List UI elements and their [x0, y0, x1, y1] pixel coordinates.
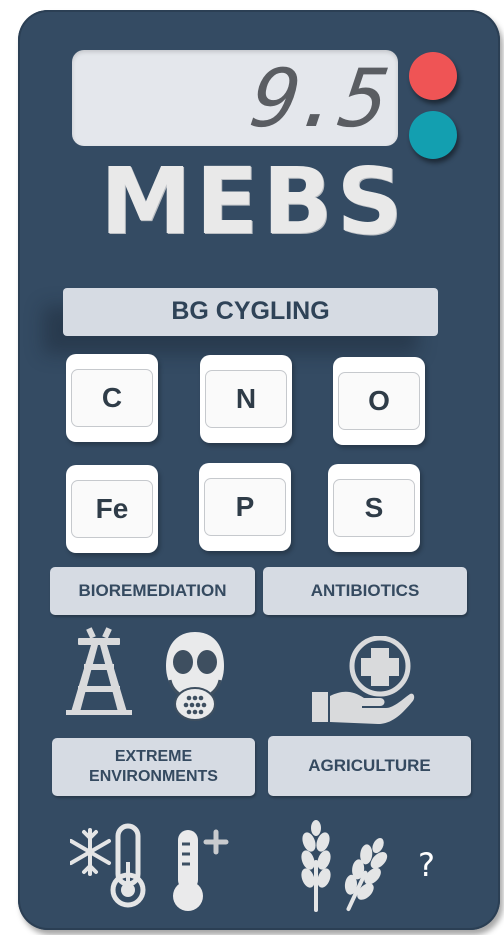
element-key-label: N — [205, 370, 287, 428]
mode-button[interactable]: BG CYGLING — [63, 288, 438, 336]
brand-title: MEBS — [100, 148, 407, 255]
element-key-label: C — [71, 369, 153, 427]
element-key-label: P — [204, 478, 286, 536]
oil-derrick-icon[interactable] — [58, 626, 140, 720]
agriculture-label: AGRICULTURE — [308, 756, 431, 775]
extreme-environments-button[interactable]: EXTREME ENVIRONMENTS — [52, 738, 255, 796]
hand-medical-cross-icon[interactable] — [308, 635, 416, 728]
element-key-label: S — [333, 479, 415, 537]
mode-label: BG CYGLING — [171, 297, 330, 325]
teal-indicator-button[interactable] — [409, 111, 457, 159]
antibiotics-label: ANTIBIOTICS — [310, 581, 420, 600]
snowflake-thermometer-icon[interactable] — [69, 822, 156, 908]
thermometer-plus-icon[interactable] — [168, 822, 238, 914]
wheat-icon[interactable] — [292, 820, 392, 914]
gas-mask-icon[interactable] — [158, 628, 232, 724]
element-key-c[interactable]: C — [66, 354, 158, 442]
red-indicator-button[interactable] — [409, 52, 457, 100]
bioremediation-button[interactable]: BIOREMEDIATION — [50, 567, 255, 615]
element-key-n[interactable]: N — [200, 355, 292, 443]
element-key-p[interactable]: P — [199, 463, 291, 551]
help-button[interactable]: ? — [418, 846, 435, 884]
element-key-label: Fe — [71, 480, 153, 538]
extreme-label-line2: ENVIRONMENTS — [89, 768, 218, 785]
element-key-o[interactable]: O — [333, 357, 425, 445]
element-key-s[interactable]: S — [328, 464, 420, 552]
element-key-label: O — [338, 372, 420, 430]
antibiotics-button[interactable]: ANTIBIOTICS — [263, 567, 467, 615]
lcd-display: 9.5 — [72, 50, 398, 146]
element-key-fe[interactable]: Fe — [66, 465, 158, 553]
agriculture-button[interactable]: AGRICULTURE — [268, 736, 471, 796]
extreme-label-line1: EXTREME — [114, 748, 193, 765]
display-value: 9.5 — [244, 52, 391, 145]
bioremediation-label: BIOREMEDIATION — [78, 581, 227, 600]
